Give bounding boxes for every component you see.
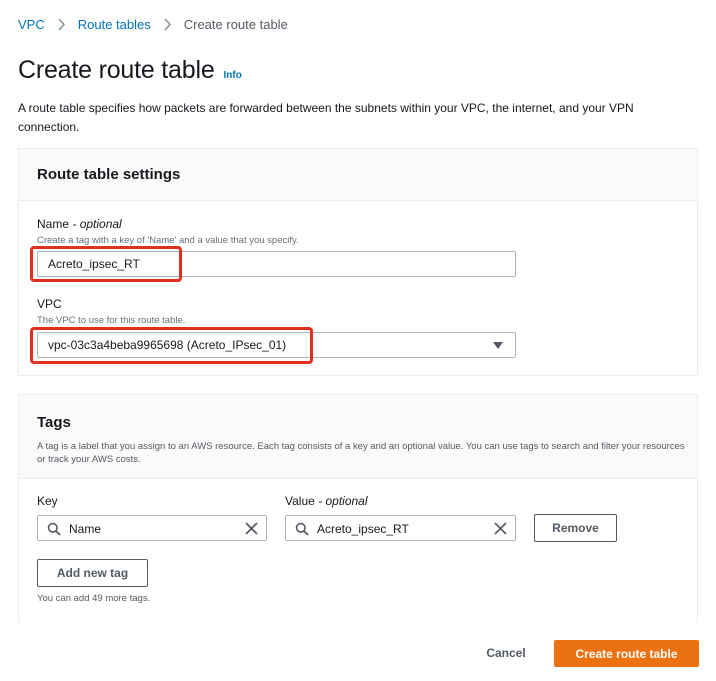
tag-value-value: Acreto_ipsec_RT bbox=[317, 522, 409, 536]
name-input-value: Acreto_ipsec_RT bbox=[48, 257, 140, 271]
page-header: Create route table Info bbox=[18, 56, 242, 85]
breadcrumb: VPC Route tables Create route table bbox=[18, 17, 288, 32]
page-description: A route table specifies how packets are … bbox=[18, 101, 634, 134]
tag-value-label: Value - optional bbox=[285, 494, 368, 508]
settings-panel-header: Route table settings bbox=[19, 149, 697, 201]
create-route-table-button[interactable]: Create route table bbox=[554, 640, 699, 667]
breadcrumb-current: Create route table bbox=[183, 17, 288, 32]
vpc-field-description: The VPC to use for this route table. bbox=[37, 315, 186, 326]
tags-helper-text: You can add 49 more tags. bbox=[37, 593, 151, 604]
vpc-field-label: VPC bbox=[37, 297, 62, 311]
tag-value-input[interactable]: Acreto_ipsec_RT bbox=[285, 515, 516, 541]
tag-key-label: Key bbox=[37, 494, 58, 508]
breadcrumb-route-tables-link[interactable]: Route tables bbox=[78, 17, 151, 32]
name-optional-text: - optional bbox=[72, 217, 122, 231]
tag-value-optional-text: - optional bbox=[318, 494, 368, 508]
vpc-select-value: vpc-03c3a4beba9965698 (Acreto_IPsec_01) bbox=[48, 338, 287, 352]
name-field-description: Create a tag with a key of 'Name' and a … bbox=[37, 235, 299, 246]
chevron-right-icon bbox=[163, 18, 172, 31]
name-field-label: Name - optional bbox=[37, 217, 122, 231]
cancel-button[interactable]: Cancel bbox=[476, 640, 536, 666]
breadcrumb-vpc-link[interactable]: VPC bbox=[18, 17, 45, 32]
chevron-right-icon bbox=[57, 18, 66, 31]
tag-key-input[interactable]: Name bbox=[37, 515, 267, 541]
tags-panel-title: Tags bbox=[37, 414, 71, 431]
tags-panel-header: Tags A tag is a label that you assign to… bbox=[19, 395, 697, 479]
page-title: Create route table bbox=[18, 56, 215, 84]
remove-tag-button[interactable]: Remove bbox=[534, 514, 617, 542]
tags-panel-description: A tag is a label that you assign to an A… bbox=[37, 441, 685, 465]
info-link[interactable]: Info bbox=[224, 70, 242, 81]
search-icon bbox=[47, 522, 61, 536]
clear-icon[interactable] bbox=[245, 522, 258, 535]
add-new-tag-button[interactable]: Add new tag bbox=[37, 559, 148, 587]
clear-icon[interactable] bbox=[494, 522, 507, 535]
name-label-text: Name bbox=[37, 217, 70, 231]
caret-down-icon bbox=[493, 342, 503, 349]
tag-key-value: Name bbox=[69, 522, 102, 536]
tag-value-label-text: Value bbox=[285, 494, 315, 508]
settings-panel-title: Route table settings bbox=[37, 166, 181, 183]
tags-panel: Tags A tag is a label that you assign to… bbox=[18, 394, 698, 622]
vpc-select[interactable]: vpc-03c3a4beba9965698 (Acreto_IPsec_01) bbox=[37, 332, 516, 358]
route-table-settings-panel: Route table settings Name - optional Cre… bbox=[18, 148, 698, 376]
search-icon bbox=[295, 522, 309, 536]
name-input[interactable]: Acreto_ipsec_RT bbox=[37, 251, 516, 277]
